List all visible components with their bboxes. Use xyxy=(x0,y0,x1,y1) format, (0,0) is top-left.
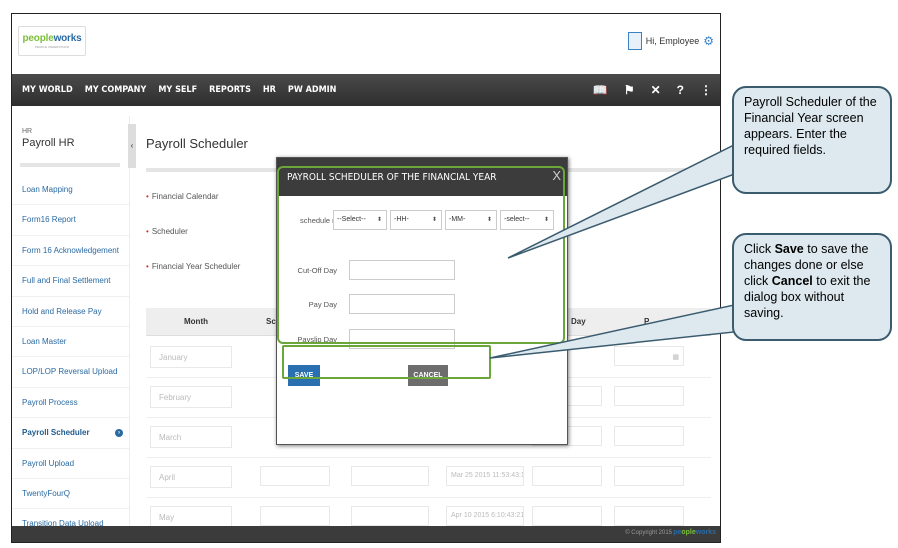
table-input[interactable] xyxy=(614,506,684,526)
sidebar-item-form16-report[interactable]: Form16 Report xyxy=(12,205,129,236)
tools-icon[interactable]: ✕ xyxy=(651,83,661,97)
sidebar-section: HR xyxy=(22,128,33,135)
table-input[interactable] xyxy=(260,466,330,486)
footer-logo-b: ople xyxy=(681,529,696,536)
copyright-text: © Copyright 2015 xyxy=(625,530,672,536)
sidebar-item-lop-upload[interactable]: LOP/LOP Reversal Upload xyxy=(12,357,129,388)
field-financial-calendar: • Financial Calendar xyxy=(146,192,219,201)
top-bar: peopleworks PEOPLE UNDERSTOOD Hi, Employ… xyxy=(12,14,720,74)
sidebar-divider xyxy=(20,163,120,167)
table-input[interactable] xyxy=(614,466,684,486)
sidebar-item-loan-master[interactable]: Loan Master xyxy=(12,327,129,358)
sidebar-item-payroll-process[interactable]: Payroll Process xyxy=(12,388,129,419)
callout-text: Click xyxy=(744,242,775,256)
table-input[interactable] xyxy=(351,506,429,526)
footer-logo-c: works xyxy=(695,529,716,536)
user-greeting: Hi, Employee xyxy=(645,36,700,46)
gear-icon[interactable]: ⚙ xyxy=(703,34,714,48)
main-nav: MY WORLD MY COMPANY MY SELF REPORTS HR P… xyxy=(12,74,720,106)
column-month: Month xyxy=(184,317,208,326)
logo-text-b: ople xyxy=(33,33,54,44)
nav-item-my-world[interactable]: MY WORLD xyxy=(16,85,79,95)
callout-bold-cancel: Cancel xyxy=(771,274,813,288)
field-label-text: Scheduler xyxy=(151,227,188,236)
month-cell[interactable]: March xyxy=(150,426,232,448)
flag-icon[interactable]: ⚑ xyxy=(624,83,635,97)
calendar-icon[interactable]: ▦ xyxy=(672,353,679,361)
nav-item-my-self[interactable]: MY SELF xyxy=(152,85,203,95)
callout-text: Payroll Scheduler of the Financial Year … xyxy=(744,95,877,157)
logo-text-c: works xyxy=(53,33,82,44)
sidebar-item-loan-mapping[interactable]: Loan Mapping xyxy=(12,175,129,206)
user-area: Hi, Employee ⚙ xyxy=(627,32,714,50)
column-day: Day xyxy=(571,317,586,326)
logo-tagline: PEOPLE UNDERSTOOD xyxy=(34,45,70,49)
sidebar: HR Payroll HR Loan Mapping Form16 Report… xyxy=(12,116,130,540)
sidebar-item-twentyfourq[interactable]: TwentyFourQ xyxy=(12,479,129,510)
table-row: April Mar 25 2015 11:53:43:19 xyxy=(146,458,711,498)
share-icon[interactable]: ⋮ xyxy=(700,83,712,97)
field-financial-year-scheduler: • Financial Year Scheduler xyxy=(146,262,241,271)
sidebar-title: Payroll HR xyxy=(22,137,75,149)
sidebar-item-payroll-upload[interactable]: Payroll Upload xyxy=(12,449,129,479)
nav-item-reports[interactable]: REPORTS xyxy=(203,85,257,95)
callout-fields: Payroll Scheduler of the Financial Year … xyxy=(732,86,892,194)
date-cell: Apr 10 2015 6:10:43:210 xyxy=(446,506,524,526)
nav-item-my-company[interactable]: MY COMPANY xyxy=(79,85,153,95)
sidebar-item-hold-release[interactable]: Hold and Release Pay xyxy=(12,297,129,327)
table-input[interactable] xyxy=(260,506,330,526)
fields-highlight xyxy=(277,166,565,344)
month-cell[interactable]: January xyxy=(150,346,232,368)
month-cell[interactable]: February xyxy=(150,386,232,408)
buttons-highlight xyxy=(282,345,491,379)
callout-bold-save: Save xyxy=(774,242,804,256)
sidebar-collapse-toggle[interactable]: ‹ xyxy=(128,124,136,168)
nav-item-hr[interactable]: HR xyxy=(257,85,282,95)
book-icon[interactable]: 📖 xyxy=(593,83,608,97)
month-cell[interactable]: April xyxy=(150,466,232,488)
table-input[interactable] xyxy=(351,466,429,486)
page-title: Payroll Scheduler xyxy=(146,136,248,151)
field-scheduler: • Scheduler xyxy=(146,227,188,236)
sidebar-item-payroll-scheduler[interactable]: Payroll Scheduler › xyxy=(12,418,129,449)
help-icon[interactable]: ? xyxy=(677,83,684,97)
column-p: P xyxy=(644,317,650,326)
field-label-text: Financial Calendar xyxy=(151,192,219,201)
table-input[interactable]: ▦ xyxy=(614,346,684,366)
company-logo[interactable]: peopleworks PEOPLE UNDERSTOOD xyxy=(18,26,86,56)
table-input[interactable] xyxy=(532,466,602,486)
footer: © Copyright 2015 peopleworks xyxy=(12,526,720,542)
month-cell[interactable]: May xyxy=(150,506,232,528)
logo-text-a: pe xyxy=(22,33,34,44)
table-input[interactable] xyxy=(614,386,684,406)
avatar[interactable] xyxy=(627,32,642,50)
table-input[interactable] xyxy=(532,506,602,526)
arrow-right-icon: › xyxy=(115,429,123,438)
sidebar-item-label: Payroll Scheduler xyxy=(22,428,90,438)
sidebar-item-full-final[interactable]: Full and Final Settlement xyxy=(12,266,129,297)
nav-item-pw-admin[interactable]: PW ADMIN xyxy=(282,85,343,95)
sidebar-item-form16-ack[interactable]: Form 16 Acknowledgement xyxy=(12,236,129,267)
footer-logo: peopleworks xyxy=(673,529,716,536)
callout-buttons: Click Save to save the changes done or e… xyxy=(732,233,892,341)
table-input[interactable] xyxy=(614,426,684,446)
field-label-text: Financial Year Scheduler xyxy=(151,262,241,271)
date-cell: Mar 25 2015 11:53:43:19 xyxy=(446,466,524,486)
